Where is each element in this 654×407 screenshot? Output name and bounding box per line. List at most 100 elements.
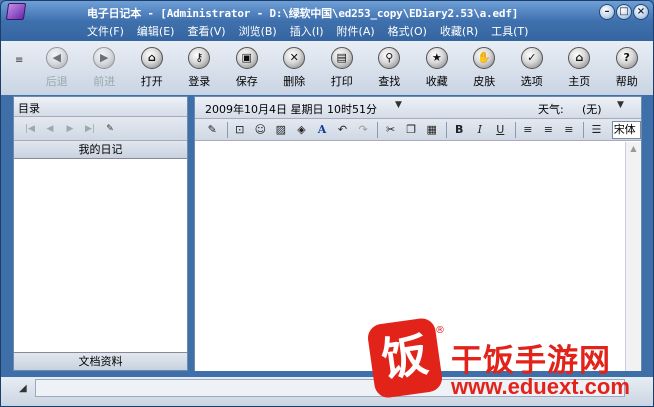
main-toolbar: ≡ ◀ 后退 ▶ 前进 ⌂ 打开 ⚷ 登录 ▣ 保存 ✕ 删除 ▤ 打印 ⚲ 查找 ★ 收藏 ✋ 皮肤 ✓ 选项 ⌂ 主页? 帮… xyxy=(1,41,653,95)
documents-section[interactable]: 文档资料 xyxy=(14,352,187,370)
toolbar-label: 收藏 xyxy=(425,75,448,88)
toolbar-label: 后退 xyxy=(45,75,68,88)
watermark-url: www.eduext.com xyxy=(451,374,630,399)
toolbar-button-favorites[interactable]: ★ 收藏 xyxy=(413,41,461,89)
toolbar-label: 皮肤 xyxy=(473,75,496,88)
font-select[interactable]: 宋体 xyxy=(611,120,642,139)
fill-color-icon[interactable]: ◈ xyxy=(292,121,311,139)
align-left-icon[interactable]: ≡ xyxy=(519,121,538,139)
entry-date[interactable]: 2009年10月4日 星期日 10时51分 xyxy=(205,101,377,117)
toolbar-button-skin[interactable]: ✋ 皮肤 xyxy=(461,41,509,89)
font-color-icon[interactable]: A xyxy=(313,121,332,139)
toolbar-label: 选项 xyxy=(520,75,543,88)
toolbar-label: 主页 xyxy=(568,75,591,88)
print-icon: ▤ xyxy=(330,47,353,69)
toolbar-button-home[interactable]: ⌂ 主页 xyxy=(556,41,604,89)
toolbar-label: 删除 xyxy=(283,75,306,88)
align-center-icon[interactable]: ≡ xyxy=(539,121,558,139)
directory-panel: 目录 |◀ ◀ ▶ ▶| ✎ 我的日记 文档资料 xyxy=(13,96,188,371)
toolbar-button-find[interactable]: ⚲ 查找 xyxy=(366,41,414,89)
minimize-icon[interactable]: – xyxy=(599,4,615,20)
toolbar-button-key[interactable]: ⚷ 登录 xyxy=(176,41,224,89)
directory-toolbar: |◀ ◀ ▶ ▶| ✎ xyxy=(14,117,187,141)
watermark-logo: 饭 xyxy=(366,316,444,400)
my-diary-section[interactable]: 我的日记 xyxy=(14,141,187,159)
menu-item[interactable]: 浏览(B) xyxy=(239,23,277,41)
toolbar-button-help[interactable]: ? 帮助 xyxy=(603,41,651,89)
underline-icon[interactable]: U xyxy=(491,121,510,139)
status-grip-icon: ◢ xyxy=(19,383,27,394)
directory-header: 目录 xyxy=(14,97,187,117)
toolbar-button-back[interactable]: ◀ 后退 xyxy=(33,41,81,89)
bold-icon[interactable]: B xyxy=(450,121,469,139)
toolbar-button-forward[interactable]: ▶ 前进 xyxy=(81,41,129,89)
menu-item[interactable]: 查看(V) xyxy=(187,23,225,41)
menu-item[interactable]: 工具(T) xyxy=(491,23,528,41)
toolbar-label: 查找 xyxy=(378,75,401,88)
toolbar-grip-icon[interactable]: ≡ xyxy=(15,55,29,69)
toolbar-label: 打开 xyxy=(140,75,163,88)
entry-info-bar: 2009年10月4日 星期日 10时51分 ▼ 天气: (无) ▼ xyxy=(195,97,641,119)
insert-image-icon[interactable]: ▨ xyxy=(272,121,291,139)
registered-mark: ® xyxy=(435,325,445,336)
copy-icon[interactable]: ❐ xyxy=(402,121,421,139)
redo-icon[interactable]: ↷ xyxy=(354,121,373,139)
favorites-icon: ★ xyxy=(425,47,448,69)
toolbar-label: 保存 xyxy=(235,75,258,88)
save-icon: ▣ xyxy=(235,47,258,69)
pencil-icon[interactable]: ✎ xyxy=(203,121,222,139)
skin-icon: ✋ xyxy=(473,47,496,69)
app-window: 电子日记本 - [Administrator - D:\绿软中国\ed253_c… xyxy=(0,0,654,407)
menu-item[interactable]: 文件(F) xyxy=(87,23,124,41)
italic-icon[interactable]: I xyxy=(470,121,489,139)
prev-record-icon[interactable]: ◀ xyxy=(40,121,60,137)
toolbar-label: 帮助 xyxy=(615,75,638,88)
options-icon: ✓ xyxy=(520,47,543,69)
title-bar[interactable]: 电子日记本 - [Administrator - D:\绿软中国\ed253_c… xyxy=(1,1,653,23)
menu-item[interactable]: 插入(I) xyxy=(290,23,324,41)
toolbar-button-options[interactable]: ✓ 选项 xyxy=(508,41,556,89)
cut-icon[interactable]: ✂ xyxy=(381,121,400,139)
window-title: 电子日记本 - [Administrator - D:\绿软中国\ed253_c… xyxy=(87,7,519,20)
undo-icon[interactable]: ↶ xyxy=(333,121,352,139)
last-record-icon[interactable]: ▶| xyxy=(80,121,100,137)
menu-item[interactable]: 附件(A) xyxy=(337,23,375,41)
toolbar-button-open[interactable]: ⌂ 打开 xyxy=(128,41,176,89)
date-dropdown-icon[interactable]: ▼ xyxy=(395,100,402,110)
insert-textbox-icon[interactable]: ⊡ xyxy=(231,121,250,139)
maximize-icon[interactable]: □ xyxy=(616,4,632,20)
scroll-up-icon[interactable]: ▲ xyxy=(626,142,641,156)
watermark: 饭 ® 干饭手游网 www.eduext.com xyxy=(366,316,651,401)
first-record-icon[interactable]: |◀ xyxy=(20,121,40,137)
back-icon: ◀ xyxy=(45,47,68,69)
smiley-icon[interactable]: ☺ xyxy=(251,121,270,139)
toolbar-label: 打印 xyxy=(330,75,353,88)
menu-bar: 文件(F) 编辑(E) 查看(V) 浏览(B) 插入(I) 附件(A) 格式(O) 收藏(R)… xyxy=(1,23,653,41)
home-icon: ⌂ xyxy=(568,47,591,69)
toolbar-label: 登录 xyxy=(188,75,211,88)
toolbar-button-save[interactable]: ▣ 保存 xyxy=(223,41,271,89)
next-record-icon[interactable]: ▶ xyxy=(60,121,80,137)
paste-icon[interactable]: ▦ xyxy=(422,121,441,139)
weather-value[interactable]: (无) xyxy=(582,101,602,117)
close-icon[interactable]: × xyxy=(633,4,649,20)
weather-label: 天气: xyxy=(538,103,564,116)
toolbar-label: 前进 xyxy=(93,75,116,88)
diary-book-icon[interactable] xyxy=(5,3,27,20)
bullet-list-icon[interactable]: ☰ xyxy=(587,121,606,139)
format-toolbar: ✎ ⊡ ☺ ▨ ◈ A ↶ ↷ ✂ ❐ ▦ B I U ≡ ≡ ≡ ☰ 宋体 xyxy=(195,119,642,141)
menu-item[interactable]: 格式(O) xyxy=(388,23,427,41)
menu-item[interactable]: 编辑(E) xyxy=(137,23,175,41)
open-icon: ⌂ xyxy=(140,47,163,69)
forward-icon: ▶ xyxy=(93,47,116,69)
align-right-icon[interactable]: ≡ xyxy=(560,121,579,139)
edit-note-icon[interactable]: ✎ xyxy=(100,121,120,137)
toolbar-button-print[interactable]: ▤ 打印 xyxy=(318,41,366,89)
key-icon: ⚷ xyxy=(188,47,211,69)
toolbar-button-delete[interactable]: ✕ 删除 xyxy=(271,41,319,89)
menu-item[interactable]: 收藏(R) xyxy=(440,23,478,41)
weather-dropdown-icon[interactable]: ▼ xyxy=(617,100,624,110)
help-icon: ? xyxy=(615,47,638,69)
find-icon: ⚲ xyxy=(378,47,401,69)
delete-icon: ✕ xyxy=(283,47,306,69)
